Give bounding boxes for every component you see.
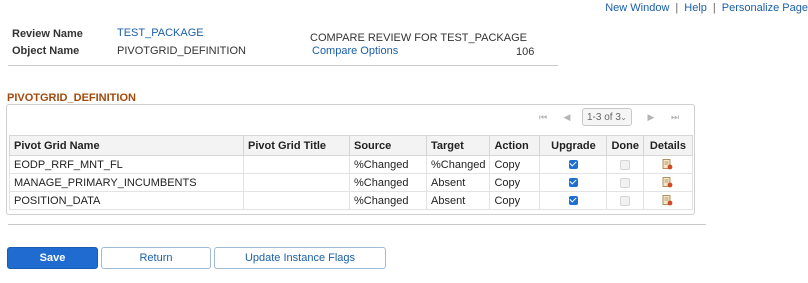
pivot-grid-name-cell: EODP_RRF_MNT_FL [9, 155, 244, 174]
details-icon[interactable] [662, 177, 673, 188]
chevron-down-icon: ⌄ [620, 113, 627, 122]
done-cell [606, 191, 644, 210]
pivot-grid-title-cell [243, 191, 350, 210]
top-links: New Window | Help | Personalize Page [605, 2, 808, 16]
next-page-icon[interactable]: ▶ [644, 110, 658, 124]
column-header-upgrade[interactable]: Upgrade [539, 135, 608, 156]
upgrade-checkbox[interactable] [568, 160, 578, 170]
count-value: 106 [516, 46, 535, 58]
compare-title: COMPARE REVIEW FOR TEST_PACKAGE [310, 32, 527, 44]
upgrade-checkbox[interactable] [568, 196, 578, 206]
pivot-grid-title-cell [243, 155, 350, 174]
column-header-done[interactable]: Done [606, 135, 644, 156]
action-cell: Copy [489, 173, 541, 192]
first-page-icon[interactable]: ⏮ [536, 110, 550, 124]
details-cell [642, 155, 693, 174]
target-cell: %Changed [425, 155, 491, 174]
source-cell: %Changed [349, 173, 427, 192]
upgrade-cell [539, 155, 608, 174]
table-header-row: Pivot Grid Name Pivot Grid Title Source … [9, 135, 693, 156]
source-cell: %Changed [349, 155, 427, 174]
table-row: EODP_RRF_MNT_FL %Changed %Changed Copy [9, 155, 693, 174]
details-cell [642, 173, 693, 192]
separator: | [712, 2, 716, 14]
header-divider [8, 65, 558, 66]
done-checkbox [620, 177, 631, 188]
object-name-label: Object Name [12, 45, 80, 57]
details-icon[interactable] [662, 159, 673, 170]
return-button[interactable]: Return [101, 247, 211, 269]
column-header-pivot-grid-title[interactable]: Pivot Grid Title [243, 135, 350, 156]
table-row: MANAGE_PRIMARY_INCUMBENTS %Changed Absent C… [9, 173, 693, 192]
separator: | [675, 2, 679, 14]
save-button[interactable]: Save [7, 247, 98, 269]
upgrade-cell [539, 191, 608, 210]
page-range-value: 1-3 of 3 [587, 112, 621, 123]
action-cell: Copy [489, 191, 541, 210]
column-header-pivot-grid-name[interactable]: Pivot Grid Name [9, 135, 244, 156]
source-cell: %Changed [349, 191, 427, 210]
details-cell [642, 191, 693, 210]
pivot-grid-table: Pivot Grid Name Pivot Grid Title Source … [9, 135, 693, 210]
target-cell: Absent [425, 191, 491, 210]
pivot-grid-title-cell [243, 173, 350, 192]
done-cell [606, 155, 644, 174]
review-name-label: Review Name [12, 28, 83, 40]
last-page-icon[interactable]: ⏭ [668, 110, 682, 124]
target-cell: Absent [425, 173, 491, 192]
compare-options-link[interactable]: Compare Options [312, 45, 398, 57]
done-cell [606, 173, 644, 192]
column-header-target[interactable]: Target [425, 135, 491, 156]
pivot-grid-name-cell: MANAGE_PRIMARY_INCUMBENTS [9, 173, 244, 192]
review-name-link[interactable]: TEST_PACKAGE [117, 27, 204, 39]
new-window-link[interactable]: New Window [605, 2, 669, 14]
details-icon[interactable] [662, 195, 673, 206]
upgrade-checkbox[interactable] [568, 178, 578, 188]
footer-divider [8, 224, 706, 225]
action-cell: Copy [489, 155, 541, 174]
pivot-grid-name-cell: POSITION_DATA [9, 191, 244, 210]
update-instance-flags-button[interactable]: Update Instance Flags [214, 247, 386, 269]
column-header-details: Details [642, 135, 693, 156]
column-header-source[interactable]: Source [349, 135, 427, 156]
help-link[interactable]: Help [684, 2, 707, 14]
previous-page-icon[interactable]: ◀ [560, 110, 574, 124]
personalize-page-link[interactable]: Personalize Page [722, 2, 808, 14]
done-checkbox [620, 159, 631, 170]
table-row: POSITION_DATA %Changed Absent Copy [9, 191, 693, 210]
object-name-value: PIVOTGRID_DEFINITION [117, 45, 246, 57]
page-range-select[interactable]: 1-3 of 3 ⌄ [582, 108, 632, 126]
section-title: PIVOTGRID_DEFINITION [7, 92, 136, 104]
column-header-action[interactable]: Action [489, 135, 541, 156]
upgrade-cell [539, 173, 608, 192]
done-checkbox [620, 195, 631, 206]
